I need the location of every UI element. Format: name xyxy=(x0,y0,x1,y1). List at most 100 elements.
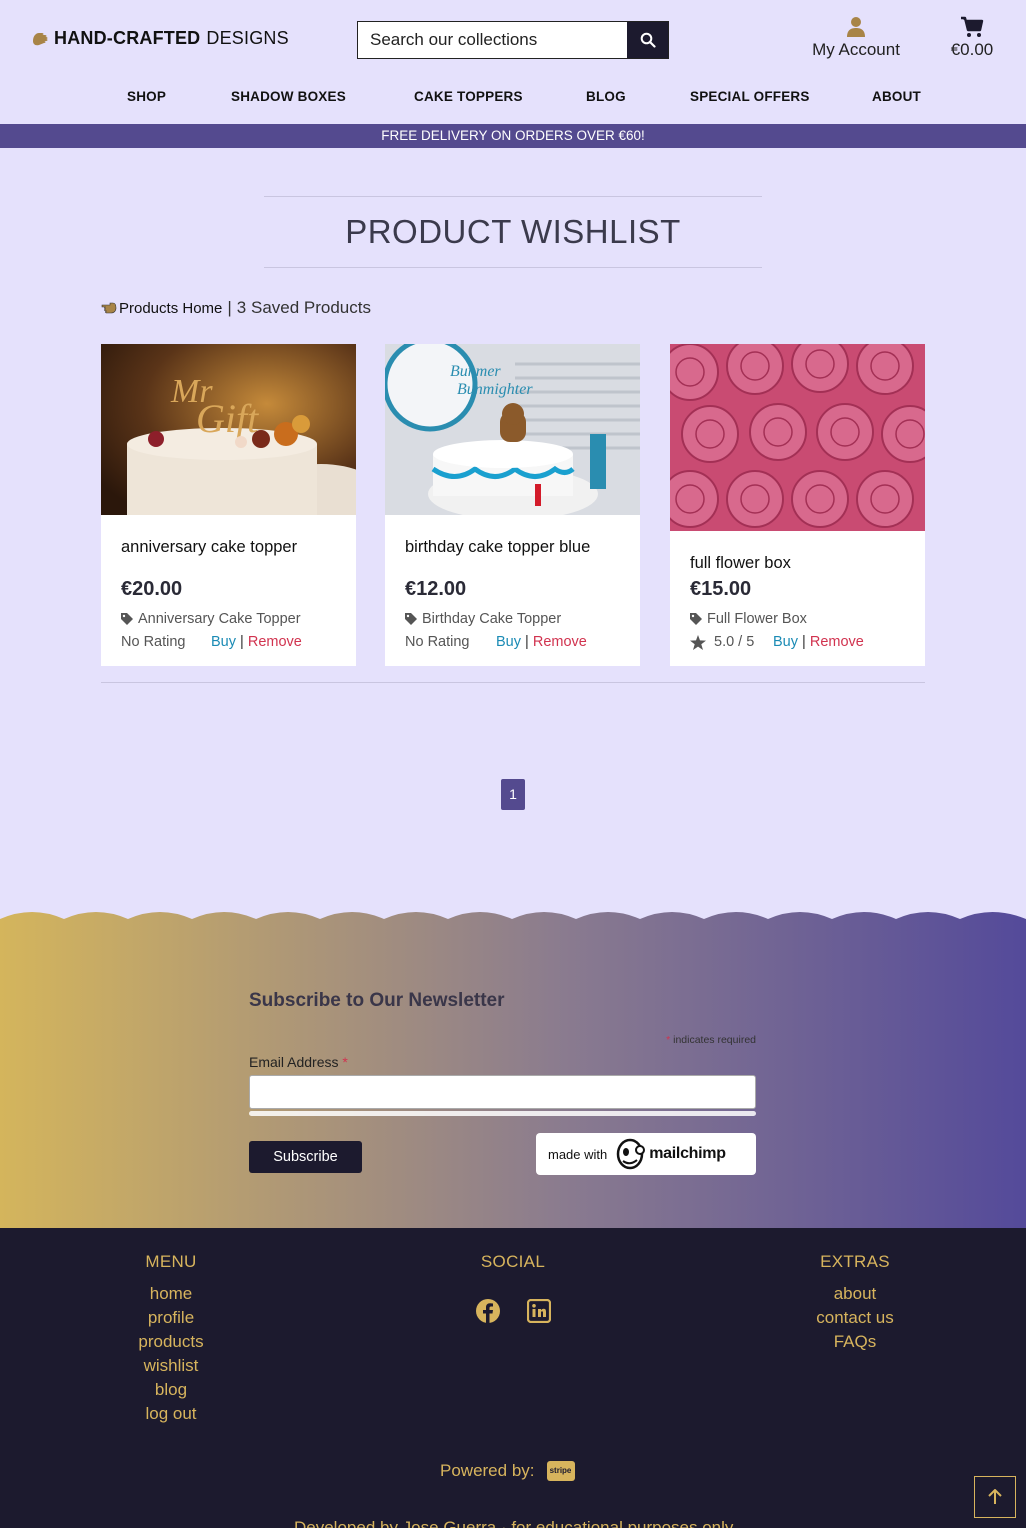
nav-about[interactable]: ABOUT xyxy=(872,89,921,104)
subscribe-button[interactable]: Subscribe xyxy=(249,1141,362,1173)
buy-link[interactable]: Buy xyxy=(773,634,798,650)
section-divider xyxy=(101,682,925,683)
tag-icon xyxy=(405,613,417,625)
arrow-up-icon xyxy=(988,1489,1002,1504)
footer-extras-title: EXTRAS xyxy=(820,1252,890,1271)
svg-text:Gift: Gift xyxy=(196,396,259,441)
newsletter-wave-background xyxy=(0,912,1026,1228)
breadcrumb: Products Home | 3 Saved Products xyxy=(101,298,371,318)
hand-logo-icon xyxy=(33,32,48,45)
newsletter-title: Subscribe to Our Newsletter xyxy=(249,990,505,1011)
remove-link[interactable]: Remove xyxy=(810,634,864,650)
footer-extras: EXTRAS about contact us FAQs xyxy=(795,1252,915,1354)
buy-link[interactable]: Buy xyxy=(211,634,236,650)
product-price: €15.00 xyxy=(690,578,752,600)
email-field[interactable] xyxy=(249,1075,756,1109)
my-account-label: My Account xyxy=(812,40,900,59)
birthday-cake-photo-icon: Bunmer Bunmighter xyxy=(385,344,640,515)
stripe-logo[interactable]: stripe xyxy=(546,1461,575,1481)
nav-shop[interactable]: SHOP xyxy=(127,89,166,104)
pointing-hand-icon xyxy=(101,302,117,314)
site-logo[interactable]: HAND-CRAFTED DESIGNS xyxy=(30,28,289,49)
product-image-anniversary[interactable]: Mr Gift xyxy=(101,344,356,515)
search-icon xyxy=(640,32,656,48)
mailchimp-logo-icon xyxy=(617,1138,646,1170)
product-rating: No Rating xyxy=(121,634,186,650)
site-footer: MENU home profile products wishlist blog… xyxy=(0,1228,1026,1528)
remove-link[interactable]: Remove xyxy=(533,634,587,650)
page-title: PRODUCT WISHLIST xyxy=(345,213,681,250)
actions-separator: | xyxy=(525,634,529,650)
required-note: * indicates required xyxy=(666,1034,756,1046)
saved-products-count: 3 Saved Products xyxy=(236,298,371,317)
actions-separator: | xyxy=(802,634,806,650)
breadcrumb-separator: | xyxy=(227,298,232,317)
made-with-text: made with xyxy=(548,1146,608,1162)
back-to-top-button[interactable] xyxy=(974,1476,1016,1518)
email-label: Email Address * xyxy=(249,1054,348,1070)
product-name[interactable]: birthday cake topper blue xyxy=(405,538,590,557)
product-price: €20.00 xyxy=(121,578,183,600)
wishlist-card: Bunmer Bunmighter birthday cake topper b… xyxy=(385,344,640,666)
logo-bold-text: HAND-CRAFTED xyxy=(54,28,201,48)
my-account-link[interactable]: My Account xyxy=(803,16,909,60)
footer-menu-title: MENU xyxy=(145,1252,197,1271)
product-category[interactable]: Birthday Cake Topper xyxy=(405,611,561,627)
nav-blog[interactable]: BLOG xyxy=(586,89,626,104)
tag-icon xyxy=(690,613,702,625)
powered-by: Powered by: stripe xyxy=(440,1461,575,1481)
facebook-icon[interactable] xyxy=(476,1299,500,1323)
product-name[interactable]: anniversary cake topper xyxy=(121,538,297,557)
product-price: €12.00 xyxy=(405,578,467,600)
cart-link[interactable]: €0.00 xyxy=(944,16,1000,60)
footer-social-title: SOCIAL xyxy=(480,1252,546,1271)
pagination-page-current[interactable]: 1 xyxy=(501,779,525,810)
product-category-label: Full Flower Box xyxy=(707,611,807,627)
footer-link-wishlist[interactable]: wishlist xyxy=(111,1354,231,1378)
footer-menu: MENU home profile products wishlist blog… xyxy=(111,1252,231,1426)
delivery-banner: FREE DELIVERY ON ORDERS OVER €60! xyxy=(0,124,1026,148)
site-header: HAND-CRAFTED DESIGNS My Account €0.00 SH… xyxy=(0,0,1026,124)
tag-icon xyxy=(121,613,133,625)
nav-cake-toppers[interactable]: CAKE TOPPERS xyxy=(414,89,523,104)
developer-credit: Developed by Jose Guerra · for education… xyxy=(294,1518,734,1528)
footer-link-home[interactable]: home xyxy=(111,1282,231,1306)
remove-link[interactable]: Remove xyxy=(248,634,302,650)
search-input[interactable] xyxy=(358,22,627,58)
cart-total: €0.00 xyxy=(950,40,994,59)
svg-text:Bunmer: Bunmer xyxy=(450,363,501,380)
search-bar xyxy=(357,21,669,59)
search-button[interactable] xyxy=(627,22,668,58)
logo-thin-text: DESIGNS xyxy=(206,28,289,48)
footer-link-logout[interactable]: log out xyxy=(111,1402,231,1426)
product-actions: Buy | Remove xyxy=(496,634,587,650)
footer-social: SOCIAL xyxy=(453,1252,573,1282)
nav-special-offers[interactable]: SPECIAL OFFERS xyxy=(690,89,810,104)
user-icon xyxy=(847,17,865,37)
mailchimp-badge[interactable]: made with mailchimp xyxy=(536,1133,756,1175)
footer-link-faqs[interactable]: FAQs xyxy=(795,1330,915,1354)
product-category[interactable]: Anniversary Cake Topper xyxy=(121,611,301,627)
buy-link[interactable]: Buy xyxy=(496,634,521,650)
footer-link-about[interactable]: about xyxy=(795,1282,915,1306)
cake-photo-icon: Mr Gift xyxy=(101,344,356,515)
footer-link-products[interactable]: products xyxy=(111,1330,231,1354)
product-actions: Buy | Remove xyxy=(211,634,302,650)
product-category[interactable]: Full Flower Box xyxy=(690,611,807,627)
footer-link-profile[interactable]: profile xyxy=(111,1306,231,1330)
product-name[interactable]: full flower box xyxy=(690,554,791,573)
footer-link-blog[interactable]: blog xyxy=(111,1378,231,1402)
footer-link-contact[interactable]: contact us xyxy=(795,1306,915,1330)
email-field-shadow xyxy=(249,1111,756,1116)
product-image-birthday[interactable]: Bunmer Bunmighter xyxy=(385,344,640,515)
product-category-label: Anniversary Cake Topper xyxy=(138,611,301,627)
nav-shadow-boxes[interactable]: SHADOW BOXES xyxy=(231,89,346,104)
products-home-link[interactable]: Products Home xyxy=(119,300,222,317)
linkedin-icon[interactable] xyxy=(527,1299,551,1323)
newsletter-form: Subscribe to Our Newsletter * indicates … xyxy=(249,990,756,1175)
product-image-flower-box[interactable] xyxy=(670,344,925,531)
powered-by-label: Powered by: xyxy=(440,1461,535,1480)
shopping-cart-icon xyxy=(961,16,984,37)
roses-photo-icon xyxy=(670,344,925,531)
product-rating: No Rating xyxy=(405,634,470,650)
